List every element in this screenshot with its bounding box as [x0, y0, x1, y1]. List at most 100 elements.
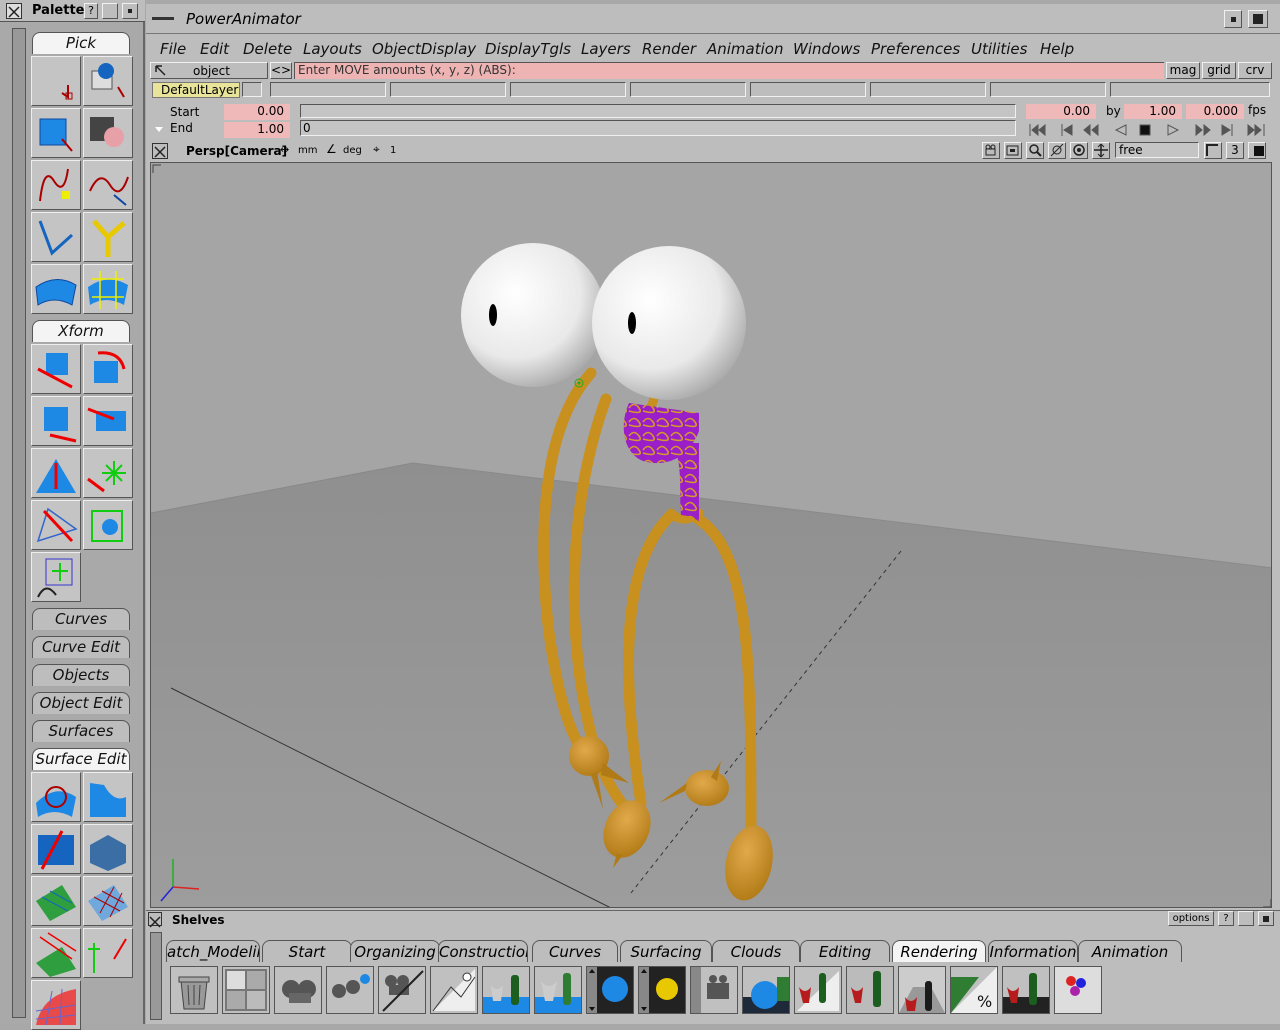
sphere-render-icon[interactable]	[586, 966, 634, 1014]
surface-grid-tool[interactable]	[31, 980, 81, 1030]
grid-button[interactable]: grid	[1202, 62, 1236, 79]
shelf-tab-construction[interactable]: Construction	[438, 940, 528, 962]
crv-button[interactable]: crv	[1238, 62, 1272, 79]
nonp-scale-tool[interactable]	[83, 396, 133, 446]
shelf-tab-surfacing[interactable]: Surfacing	[620, 940, 712, 962]
close-icon[interactable]	[6, 3, 22, 19]
wine-bottle-icon[interactable]	[846, 966, 894, 1014]
shelf-tab-clouds[interactable]: Clouds	[712, 940, 800, 962]
scale-tool[interactable]	[31, 396, 81, 446]
end-time-field[interactable]: 1.00	[224, 122, 290, 138]
pick-shader-tool[interactable]	[83, 108, 133, 158]
bottle-render-icon[interactable]	[482, 966, 530, 1014]
surface-intersect-tool[interactable]	[31, 824, 81, 874]
local-axes-tool[interactable]	[31, 552, 81, 602]
menu-animation[interactable]: Animation	[707, 40, 783, 58]
layer-slot[interactable]	[990, 82, 1106, 97]
color-palette-icon[interactable]	[1054, 966, 1102, 1014]
tab-pick[interactable]: Pick	[32, 32, 130, 54]
dolly-icon[interactable]	[1048, 142, 1066, 159]
pick-point-tool[interactable]	[31, 212, 81, 262]
layer-slot[interactable]	[1110, 82, 1270, 97]
menu-preferences[interactable]: Preferences	[871, 40, 960, 58]
shelf-tab-patch-modeling[interactable]: atch_Modelin	[166, 940, 260, 962]
shelves-maximize-icon[interactable]	[1258, 911, 1274, 926]
time-slider[interactable]: 0	[300, 120, 1016, 136]
detach-surface-tool[interactable]	[31, 928, 81, 978]
step-back-key-icon[interactable]	[1061, 124, 1073, 136]
shelf-tab-curves[interactable]: Curves	[532, 940, 618, 962]
pick-hull-tool[interactable]	[83, 264, 133, 314]
surface-mesh-tool[interactable]	[83, 876, 133, 926]
shelf-tab-animation[interactable]: Animation	[1078, 940, 1182, 962]
shelf-tab-editing[interactable]: Editing	[800, 940, 890, 962]
menu-delete[interactable]: Delete	[243, 40, 292, 58]
layer-slot[interactable]	[242, 82, 262, 97]
render-percent-icon[interactable]: %	[950, 966, 998, 1014]
collapse-arrow-icon[interactable]	[154, 126, 164, 134]
pick-joint-tool[interactable]	[83, 212, 133, 262]
camera-aim-icon[interactable]	[378, 966, 426, 1014]
go-end-icon[interactable]	[1247, 123, 1265, 137]
shelves-minimize-icon[interactable]	[1238, 911, 1254, 926]
view-count-button[interactable]: 3	[1226, 142, 1244, 159]
camera-node-icon[interactable]	[274, 966, 322, 1014]
play-forward-icon[interactable]	[1167, 124, 1180, 136]
layer-slot[interactable]	[510, 82, 626, 97]
step-forward-key-icon[interactable]	[1221, 124, 1233, 136]
layer-slot[interactable]	[390, 82, 506, 97]
shelf-tab-rendering[interactable]: Rendering	[892, 940, 986, 962]
go-start-icon[interactable]	[1029, 123, 1046, 137]
tab-surface-edit[interactable]: Surface Edit	[32, 748, 130, 770]
tab-objects[interactable]: Objects	[32, 664, 130, 686]
tab-object-edit[interactable]: Object Edit	[32, 692, 130, 714]
start-time-field[interactable]: 0.00	[224, 104, 290, 120]
query-edit-tool[interactable]	[83, 500, 133, 550]
window-menu-icon[interactable]	[152, 10, 174, 26]
track-icon[interactable]	[1092, 142, 1110, 159]
menu-windows[interactable]: Windows	[793, 40, 860, 58]
palette-menu-icon[interactable]	[122, 3, 138, 19]
menu-objectdisplay[interactable]: ObjectDisplay	[372, 40, 476, 58]
layer-slot[interactable]	[630, 82, 746, 97]
stop-icon[interactable]	[1139, 124, 1151, 136]
pick-surface-tool[interactable]	[31, 264, 81, 314]
palette-scrollbar[interactable]	[12, 28, 26, 1018]
tab-surfaces[interactable]: Surfaces	[32, 720, 130, 742]
tab-xform[interactable]: Xform	[32, 320, 130, 342]
pick-nothing-tool[interactable]	[31, 56, 81, 106]
menu-utilities[interactable]: Utilities	[971, 40, 1027, 58]
shelf-tab-organizing[interactable]: Organizing	[350, 940, 440, 962]
pick-component-tool[interactable]	[31, 108, 81, 158]
room-scene-icon[interactable]	[898, 966, 946, 1014]
tab-curves[interactable]: Curves	[32, 608, 130, 630]
main-titlebar[interactable]: PowerAnimator	[146, 4, 1280, 34]
zoom-icon[interactable]	[1026, 142, 1044, 159]
step-back-frame-icon[interactable]	[1083, 123, 1099, 137]
film-icon[interactable]	[1004, 142, 1022, 159]
prompt-toggle-button[interactable]: <>	[270, 62, 292, 79]
layer-slot[interactable]	[270, 82, 386, 97]
shelves-scrollbar[interactable]	[150, 932, 162, 1020]
step-forward-frame-icon[interactable]	[1195, 123, 1211, 137]
play-backward-icon[interactable]	[1114, 124, 1127, 136]
tab-curve-edit[interactable]: Curve Edit	[32, 636, 130, 658]
close-icon[interactable]	[152, 143, 168, 159]
resize-view-icon[interactable]	[1204, 142, 1222, 159]
camera-controls-icon[interactable]	[690, 966, 738, 1014]
camera-mode-field[interactable]: free	[1115, 142, 1199, 158]
current-time-field[interactable]: 0.00	[1026, 104, 1096, 119]
time-ruler[interactable]	[300, 104, 1016, 118]
menu-displaytgls[interactable]: DisplayTgls	[485, 40, 571, 58]
menu-edit[interactable]: Edit	[200, 40, 229, 58]
menu-layers[interactable]: Layers	[581, 40, 631, 58]
mag-button[interactable]: mag	[1166, 62, 1200, 79]
light-render-icon[interactable]	[638, 966, 686, 1014]
shelves-options-button[interactable]: options	[1168, 911, 1214, 926]
wine-dark-icon[interactable]	[1002, 966, 1050, 1014]
transform-cv-tool[interactable]	[31, 500, 81, 550]
layer-slot[interactable]	[750, 82, 866, 97]
menu-layouts[interactable]: Layouts	[303, 40, 362, 58]
pick-cv-tool[interactable]	[31, 160, 81, 210]
close-icon[interactable]	[148, 912, 162, 928]
